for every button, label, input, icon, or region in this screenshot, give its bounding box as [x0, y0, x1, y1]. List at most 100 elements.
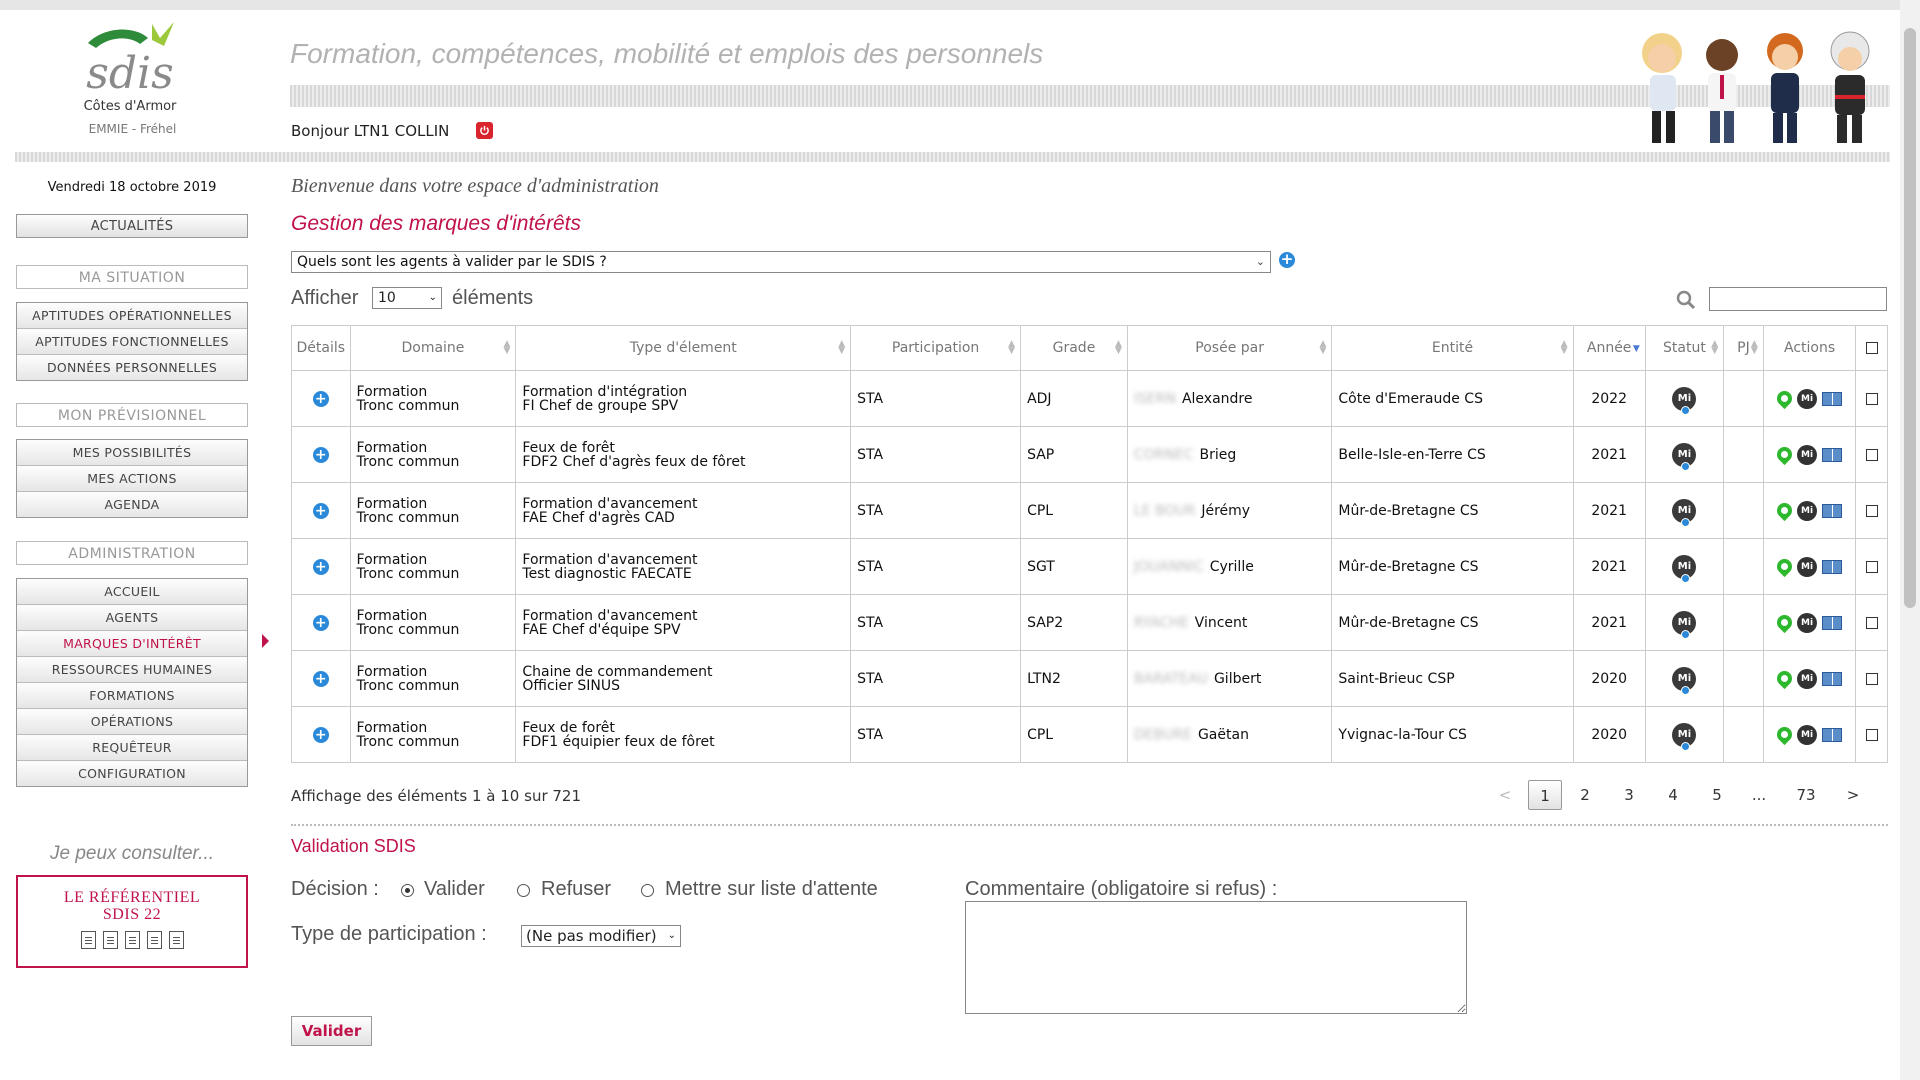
- query-select[interactable]: Quels sont les agents à valider par le S…: [291, 251, 1271, 273]
- document-icon[interactable]: [146, 931, 162, 949]
- radio-liste-attente[interactable]: [641, 884, 654, 897]
- page-2-button[interactable]: 2: [1570, 780, 1600, 810]
- section-administration: ADMINISTRATION: [16, 541, 248, 565]
- book-icon[interactable]: [1822, 615, 1843, 630]
- referentiel-link[interactable]: LE RÉFÉRENTIEL SDIS 22: [16, 875, 248, 968]
- row-checkbox[interactable]: [1865, 672, 1878, 685]
- document-icon[interactable]: [80, 931, 96, 949]
- details-plus-icon[interactable]: +: [312, 558, 329, 575]
- details-plus-icon[interactable]: +: [312, 446, 329, 463]
- mi-action-icon[interactable]: Mi: [1797, 724, 1818, 745]
- participation-type-select[interactable]: (Ne pas modifier) ⌄: [521, 925, 681, 947]
- status-mi-icon[interactable]: Mi: [1672, 386, 1697, 415]
- status-mi-icon[interactable]: Mi: [1672, 722, 1697, 751]
- document-icon[interactable]: [124, 931, 140, 949]
- col-participation[interactable]: Participation ▲ ▼: [850, 325, 1022, 371]
- location-pin-icon[interactable]: [1773, 387, 1796, 410]
- col-domaine[interactable]: Domaine ▲ ▼: [349, 325, 517, 371]
- location-pin-icon[interactable]: [1773, 611, 1796, 634]
- mi-action-icon[interactable]: Mi: [1797, 444, 1818, 465]
- page-1-button[interactable]: 1: [1528, 780, 1562, 810]
- row-checkbox[interactable]: [1865, 448, 1878, 461]
- book-icon[interactable]: [1822, 727, 1843, 742]
- col-statut[interactable]: Statut ▲ ▼: [1644, 325, 1725, 371]
- row-checkbox[interactable]: [1865, 392, 1878, 405]
- nav-requeteur[interactable]: REQUÊTEUR: [17, 735, 247, 761]
- document-icon[interactable]: [168, 931, 184, 949]
- next-page-button[interactable]: >: [1838, 780, 1868, 810]
- book-icon[interactable]: [1822, 447, 1843, 462]
- col-annee[interactable]: Année ▼: [1572, 325, 1646, 371]
- book-icon[interactable]: [1822, 391, 1843, 406]
- location-pin-icon[interactable]: [1773, 667, 1796, 690]
- details-plus-icon[interactable]: +: [312, 614, 329, 631]
- row-checkbox[interactable]: [1865, 728, 1878, 741]
- book-icon[interactable]: [1822, 503, 1843, 518]
- col-type[interactable]: Type d'élement ▲ ▼: [515, 325, 852, 371]
- select-all-checkbox[interactable]: [1865, 342, 1878, 354]
- col-pj[interactable]: PJ ▲ ▼: [1723, 325, 1764, 371]
- row-checkbox[interactable]: [1865, 560, 1878, 573]
- prev-page-button[interactable]: <: [1490, 780, 1520, 810]
- mi-action-icon[interactable]: Mi: [1797, 668, 1818, 689]
- status-mi-icon[interactable]: Mi: [1672, 554, 1697, 583]
- status-mi-icon[interactable]: Mi: [1672, 666, 1697, 695]
- location-pin-icon[interactable]: [1773, 499, 1796, 522]
- page-73-button[interactable]: 73: [1788, 780, 1824, 810]
- nav-ressources-humaines[interactable]: RESSOURCES HUMAINES: [17, 657, 247, 683]
- search-input[interactable]: [1709, 287, 1887, 311]
- book-icon[interactable]: [1822, 559, 1843, 574]
- details-plus-icon[interactable]: +: [312, 502, 329, 519]
- page-4-button[interactable]: 4: [1658, 780, 1688, 810]
- status-mi-icon[interactable]: Mi: [1672, 442, 1697, 471]
- book-icon[interactable]: [1822, 671, 1843, 686]
- nav-aptitudes-operationnelles[interactable]: APTITUDES OPÉRATIONNELLES: [17, 303, 247, 329]
- page-3-button[interactable]: 3: [1614, 780, 1644, 810]
- cell-participation: STA: [850, 650, 1022, 707]
- nav-operations[interactable]: OPÉRATIONS: [17, 709, 247, 735]
- details-plus-icon[interactable]: +: [312, 670, 329, 687]
- nav-actualites[interactable]: ACTUALITÉS: [16, 214, 248, 238]
- page-5-button[interactable]: 5: [1702, 780, 1732, 810]
- col-entite[interactable]: Entité ▲ ▼: [1331, 325, 1574, 371]
- location-pin-icon[interactable]: [1773, 443, 1796, 466]
- cell-actions: Mi: [1762, 650, 1857, 707]
- nav-agenda[interactable]: AGENDA: [17, 492, 247, 517]
- nav-formations[interactable]: FORMATIONS: [17, 683, 247, 709]
- logout-icon[interactable]: [476, 122, 493, 139]
- scrollbar-thumb[interactable]: [1904, 28, 1916, 608]
- nav-aptitudes-fonctionnelles[interactable]: APTITUDES FONCTIONNELLES: [17, 329, 247, 355]
- location-pin-icon[interactable]: [1773, 723, 1796, 746]
- mi-action-icon[interactable]: Mi: [1797, 500, 1818, 521]
- mi-action-icon[interactable]: Mi: [1797, 388, 1818, 409]
- status-mi-icon[interactable]: Mi: [1672, 498, 1697, 527]
- status-mi-icon[interactable]: Mi: [1672, 610, 1697, 639]
- nav-marques-interet[interactable]: MARQUES D'INTÉRÊT: [17, 631, 247, 657]
- comment-textarea[interactable]: [965, 901, 1467, 1014]
- add-query-icon[interactable]: +: [1279, 252, 1295, 268]
- cell-statut: Mi: [1644, 650, 1725, 707]
- nav-agents[interactable]: AGENTS: [17, 605, 247, 631]
- radio-refuser[interactable]: [517, 884, 530, 897]
- cell-participation: STA: [850, 370, 1022, 427]
- mi-action-icon[interactable]: Mi: [1797, 612, 1818, 633]
- row-checkbox[interactable]: [1865, 504, 1878, 517]
- nav-mes-possibilites[interactable]: MES POSSIBILITÉS: [17, 440, 247, 466]
- radio-valider[interactable]: [401, 884, 414, 897]
- nav-configuration[interactable]: CONFIGURATION: [17, 761, 247, 786]
- location-pin-icon[interactable]: [1773, 555, 1796, 578]
- col-grade[interactable]: Grade ▲ ▼: [1020, 325, 1128, 371]
- nav-donnees-personnelles[interactable]: DONNÉES PERSONNELLES: [17, 355, 247, 380]
- row-checkbox[interactable]: [1865, 616, 1878, 629]
- cell-domaine: Formation Tronc commun: [349, 426, 517, 483]
- submit-validation-button[interactable]: Valider: [291, 1016, 372, 1046]
- nav-mes-actions[interactable]: MES ACTIONS: [17, 466, 247, 492]
- cell-entite: Côte d'Emeraude CS: [1331, 370, 1574, 427]
- document-icon[interactable]: [102, 931, 118, 949]
- details-plus-icon[interactable]: +: [312, 726, 329, 743]
- col-posee-par[interactable]: Posée par ▲ ▼: [1126, 325, 1333, 371]
- nav-accueil[interactable]: ACCUEIL: [17, 579, 247, 605]
- mi-action-icon[interactable]: Mi: [1797, 556, 1818, 577]
- details-plus-icon[interactable]: +: [312, 390, 329, 407]
- page-size-select[interactable]: 10 ⌄: [372, 287, 442, 309]
